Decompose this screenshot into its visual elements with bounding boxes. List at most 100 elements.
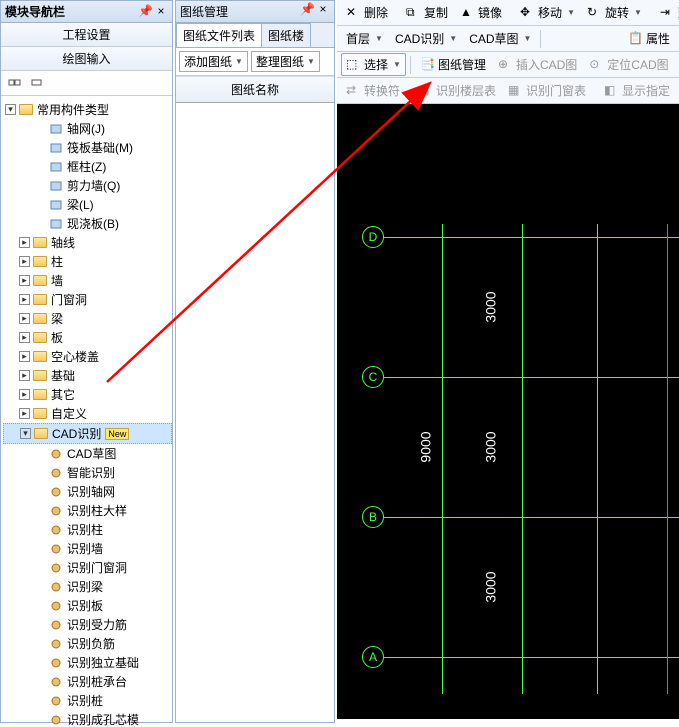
tree-folder[interactable]: ▸门窗洞 [3,290,172,309]
tree-folder[interactable]: ▸基础 [3,366,172,385]
expand-icon[interactable]: ▸ [19,389,30,400]
cad-item-icon [48,694,64,708]
delete-button[interactable]: ✕删除 [341,1,393,24]
tree-item[interactable]: 梁(L) [3,195,172,214]
floor-table-button[interactable]: ▦识别楼层表 [413,79,501,102]
grid-header: 图纸名称 [176,76,334,103]
tree-folder[interactable]: ▸梁 [3,309,172,328]
floor-dropdown[interactable]: 首层▼ [341,27,388,50]
proj-section-button[interactable]: 工程设置 [1,23,172,47]
tree-folder[interactable]: ▸空心楼盖 [3,347,172,366]
rotate-button[interactable]: ↻旋转▼ [582,1,647,24]
tab-floor[interactable]: 图纸楼 [261,23,311,47]
collapse-all-icon[interactable] [27,74,47,92]
cad-item-icon [48,466,64,480]
tree-label: 识别墙 [67,540,103,557]
grid-line-b [384,517,679,518]
chevron-down-icon: ▼ [634,8,642,17]
tree-cad-rec[interactable]: ▾ CAD识别 New [3,423,172,444]
expand-icon[interactable]: ▸ [19,237,30,248]
tree-item[interactable]: 筏板基础(M) [3,138,172,157]
expand-all-icon[interactable] [5,74,25,92]
tree-cad-item[interactable]: 识别墙 [3,539,172,558]
cad-item-icon [48,447,64,461]
collapse-icon[interactable]: ▾ [20,428,31,439]
tree-root[interactable]: ▾ 常用构件类型 [3,100,172,119]
tree-cad-item[interactable]: CAD草图 [3,444,172,463]
tree-cad-item[interactable]: 识别板 [3,596,172,615]
tree-cad-item[interactable]: 识别桩承台 [3,672,172,691]
tree-folder[interactable]: ▸板 [3,328,172,347]
expand-icon[interactable]: ▸ [19,294,30,305]
tree-cad-item[interactable]: 识别梁 [3,577,172,596]
property-button[interactable]: 📋属性 [623,27,675,50]
collapse-icon[interactable]: ▾ [5,104,16,115]
tree-folder[interactable]: ▸墙 [3,271,172,290]
convert-button[interactable]: ⇄转换符 [341,79,405,102]
tree-cad-item[interactable]: 智能识别 [3,463,172,482]
window-table-button[interactable]: ▦识别门窗表 [503,79,591,102]
tree-label: 识别柱大样 [67,502,127,519]
tree-cad-item[interactable]: 识别柱 [3,520,172,539]
close-icon[interactable]: × [154,5,168,19]
draw-section-button[interactable]: 绘图输入 [1,47,172,71]
copy-button[interactable]: ⧉复制 [401,1,453,24]
extend-button[interactable]: ⇥延伸 [655,1,679,24]
tree-cad-item[interactable]: 识别轴网 [3,482,172,501]
tree-folder[interactable]: ▸ 轴线 [3,233,172,252]
expand-icon[interactable]: ▸ [19,351,30,362]
cad-item-icon [48,485,64,499]
move-button[interactable]: ✥移动▼ [515,1,580,24]
expand-icon[interactable]: ▸ [19,275,30,286]
pin-icon[interactable]: 📌 [138,5,152,19]
tab-file-list[interactable]: 图纸文件列表 [176,23,262,47]
tree-cad-item[interactable]: 识别成孔芯模 [3,710,172,727]
chevron-down-icon: ▼ [375,34,383,43]
table-icon: ▦ [418,83,433,98]
new-badge: New [105,428,129,440]
expand-icon[interactable]: ▸ [19,408,30,419]
nav-toolbar [1,71,172,96]
manage-icon: 📑 [420,57,435,72]
window-icon: ▦ [508,83,523,98]
tree-cad-item[interactable]: 识别负筋 [3,634,172,653]
tree-label: 识别板 [67,597,103,614]
locate-cad-button[interactable]: ⊙定位CAD图 [584,53,673,76]
tree-item[interactable]: 框柱(Z) [3,157,172,176]
expand-icon[interactable]: ▸ [19,313,30,324]
tree-label: 轴网(J) [67,120,105,137]
tree-label: 板 [51,329,63,346]
mirror-button[interactable]: ▲镜像 [455,1,507,24]
tree-folder[interactable]: ▸其它 [3,385,172,404]
tree-cad-item[interactable]: 识别柱大样 [3,501,172,520]
dim-text: 3000 [483,571,499,602]
tree-item[interactable]: 轴网(J) [3,119,172,138]
expand-icon[interactable]: ▸ [19,370,30,381]
select-button[interactable]: ⬚选择▼ [341,53,406,76]
tree-label: 梁 [51,310,63,327]
cad-draft-dropdown[interactable]: CAD草图▼ [464,27,536,50]
tree-folder[interactable]: ▸柱 [3,252,172,271]
tree-item[interactable]: 现浇板(B) [3,214,172,233]
add-drawing-dropdown[interactable]: 添加图纸▼ [179,51,248,72]
cad-rec-dropdown[interactable]: CAD识别▼ [390,27,462,50]
tree-cad-item[interactable]: 识别门窗洞 [3,558,172,577]
show-button[interactable]: ◧显示指定 [599,79,675,102]
close-icon[interactable]: × [316,3,330,17]
tree-item[interactable]: 剪力墙(Q) [3,176,172,195]
tree-folder[interactable]: ▸自定义 [3,404,172,423]
tree-cad-item[interactable]: 识别桩 [3,691,172,710]
drawing-manage-button[interactable]: 📑图纸管理 [415,53,491,76]
pin-icon[interactable]: 📌 [300,3,314,17]
organize-drawing-dropdown[interactable]: 整理图纸▼ [251,51,320,72]
tree-cad-item[interactable]: 识别受力筋 [3,615,172,634]
tree-label: 框柱(Z) [67,158,106,175]
tree-cad-item[interactable]: 识别独立基础 [3,653,172,672]
tree-label: 剪力墙(Q) [67,177,120,194]
expand-icon[interactable]: ▸ [19,256,30,267]
cad-canvas[interactable]: D C B A 3000 9000 3000 3000 [337,104,679,719]
insert-cad-button[interactable]: ⊕插入CAD图 [493,53,582,76]
copy-icon: ⧉ [406,5,421,20]
tree-label: 轴线 [51,234,75,251]
expand-icon[interactable]: ▸ [19,332,30,343]
